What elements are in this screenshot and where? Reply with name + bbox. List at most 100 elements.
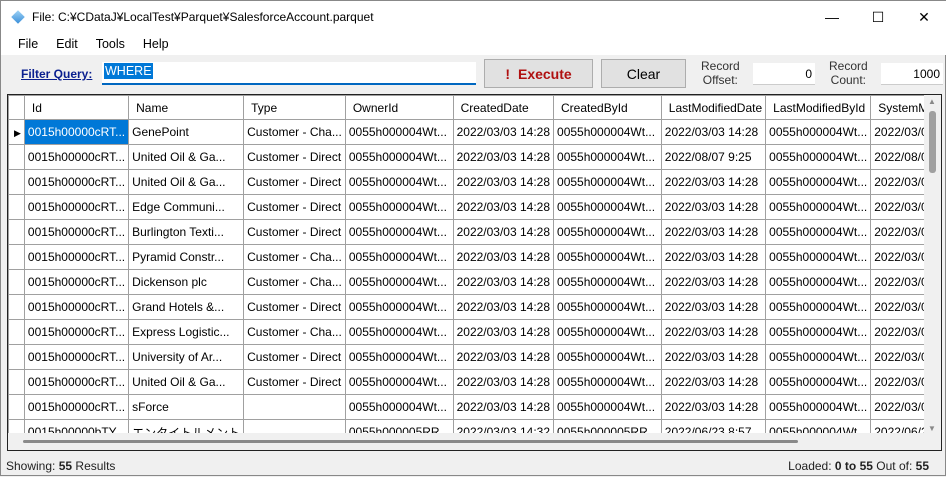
cell-ownerid[interactable]: 0055h000004Wt... <box>344 244 454 270</box>
column-header-id[interactable]: Id <box>23 95 130 120</box>
cell-ownerid[interactable]: 0055h000004Wt... <box>344 344 454 370</box>
column-header-type[interactable]: Type <box>243 95 346 120</box>
cell-createdbyid[interactable]: 0055h000004Wt... <box>553 219 662 245</box>
cell-type[interactable]: Customer - Direct <box>243 194 346 220</box>
cell-createdbyid[interactable]: 0055h000004Wt... <box>553 319 662 345</box>
cell-id[interactable]: 0015h00000cRT... <box>23 169 130 195</box>
table-row[interactable]: 0015h00000cRT... United Oil & Ga... Custom… <box>8 369 941 395</box>
cell-lastmodifieddate[interactable]: 2022/03/03 14:28 <box>660 269 767 295</box>
cell-lastmodifiedbyid[interactable]: 0055h000004Wt... <box>765 269 872 295</box>
cell-id[interactable]: 0015h00000cRT... <box>23 319 130 345</box>
cell-lastmodifieddate[interactable]: 2022/03/03 14:28 <box>660 169 767 195</box>
row-header[interactable] <box>8 394 25 420</box>
cell-type[interactable]: Customer - Cha... <box>243 319 346 345</box>
minimize-button[interactable]: — <box>809 1 855 33</box>
cell-createdbyid[interactable]: 0055h000004Wt... <box>553 369 662 395</box>
table-row[interactable]: 0015h00000cRT... University of Ar... Custo… <box>8 344 941 370</box>
horizontal-scroll-thumb[interactable] <box>23 440 798 443</box>
cell-id[interactable]: 0015h00000cRT... <box>23 269 130 295</box>
cell-ownerid[interactable]: 0055h000004Wt... <box>344 194 454 220</box>
cell-lastmodifiedbyid[interactable]: 0055h000004Wt... <box>765 369 872 395</box>
cell-type[interactable]: Customer - Cha... <box>243 119 346 145</box>
cell-id[interactable]: 0015h00000cRT... <box>23 369 130 395</box>
cell-name[interactable]: sForce <box>128 394 245 420</box>
table-row[interactable]: ▶ 0015h00000cRT... GenePoint Customer - Cha… <box>8 119 941 145</box>
cell-lastmodifieddate[interactable]: 2022/03/03 14:28 <box>660 119 767 145</box>
row-header[interactable] <box>8 219 25 245</box>
cell-lastmodifiedbyid[interactable]: 0055h000004Wt... <box>765 169 872 195</box>
cell-type[interactable]: Customer - Cha... <box>243 244 346 270</box>
row-header[interactable] <box>8 144 25 170</box>
data-grid[interactable]: Id Name Type OwnerId CreatedDate CreatedById L… <box>7 94 942 451</box>
cell-name[interactable]: Edge Communi... <box>128 194 245 220</box>
row-header[interactable] <box>8 294 25 320</box>
cell-createddate[interactable]: 2022/03/03 14:28 <box>452 144 555 170</box>
cell-createddate[interactable]: 2022/03/03 14:28 <box>452 394 555 420</box>
cell-lastmodifiedbyid[interactable]: 0055h000004Wt... <box>765 294 872 320</box>
cell-ownerid[interactable]: 0055h000004Wt... <box>344 369 454 395</box>
cell-type[interactable]: Customer - Direct <box>243 344 346 370</box>
cell-lastmodifiedbyid[interactable]: 0055h000004Wt... <box>765 219 872 245</box>
cell-createddate[interactable]: 2022/03/03 14:28 <box>452 319 555 345</box>
cell-name[interactable]: United Oil & Ga... <box>128 369 245 395</box>
filter-query-label[interactable]: Filter Query: <box>21 67 92 81</box>
table-row[interactable]: 0015h00000cRT... United Oil & Ga... Custom… <box>8 144 941 170</box>
cell-createddate[interactable]: 2022/03/03 14:28 <box>452 269 555 295</box>
row-header[interactable] <box>8 344 25 370</box>
filter-query-input[interactable]: WHERE <box>102 62 476 85</box>
cell-id[interactable]: 0015h00000cRT... <box>23 144 130 170</box>
cell-type[interactable]: Customer - Direct <box>243 169 346 195</box>
column-header-lastmodifiedbyid[interactable]: LastModifiedById <box>765 95 872 120</box>
cell-lastmodifieddate[interactable]: 2022/03/03 14:28 <box>660 394 767 420</box>
cell-id[interactable]: 0015h00000cRT... <box>23 219 130 245</box>
cell-type[interactable]: Customer - Cha... <box>243 269 346 295</box>
cell-type[interactable]: Customer - Direct <box>243 369 346 395</box>
cell-name[interactable]: Dickenson plc <box>128 269 245 295</box>
cell-id[interactable]: 0015h00000cRT... <box>23 394 130 420</box>
menu-edit[interactable]: Edit <box>47 37 87 51</box>
cell-id[interactable]: 0015h00000cRT... <box>23 244 130 270</box>
cell-lastmodifiedbyid[interactable]: 0055h000004Wt... <box>765 119 872 145</box>
menu-help[interactable]: Help <box>134 37 178 51</box>
cell-createddate[interactable]: 2022/03/03 14:28 <box>452 219 555 245</box>
cell-name[interactable]: Express Logistic... <box>128 319 245 345</box>
cell-createdbyid[interactable]: 0055h000004Wt... <box>553 194 662 220</box>
column-header-name[interactable]: Name <box>128 95 245 120</box>
cell-lastmodifieddate[interactable]: 2022/03/03 14:28 <box>660 344 767 370</box>
cell-name[interactable]: GenePoint <box>128 119 245 145</box>
cell-createdbyid[interactable]: 0055h000004Wt... <box>553 344 662 370</box>
cell-ownerid[interactable]: 0055h000004Wt... <box>344 294 454 320</box>
cell-lastmodifieddate[interactable]: 2022/03/03 14:28 <box>660 194 767 220</box>
cell-name[interactable]: Pyramid Constr... <box>128 244 245 270</box>
cell-ownerid[interactable]: 0055h000004Wt... <box>344 394 454 420</box>
row-header[interactable] <box>8 169 25 195</box>
cell-name[interactable]: Grand Hotels &... <box>128 294 245 320</box>
cell-createdbyid[interactable]: 0055h000004Wt... <box>553 394 662 420</box>
record-count-input[interactable]: 1000 <box>881 63 943 85</box>
cell-type[interactable]: Customer - Direct <box>243 144 346 170</box>
cell-id[interactable]: 0015h00000cRT... <box>23 294 130 320</box>
cell-createdbyid[interactable]: 0055h000004Wt... <box>553 119 662 145</box>
cell-createddate[interactable]: 2022/03/03 14:28 <box>452 194 555 220</box>
cell-id[interactable]: 0015h00000cRT... <box>23 119 130 145</box>
table-row[interactable]: 0015h00000cRT... Dickenson plc Customer - … <box>8 269 941 295</box>
cell-lastmodifiedbyid[interactable]: 0055h000004Wt... <box>765 244 872 270</box>
cell-lastmodifiedbyid[interactable]: 0055h000004Wt... <box>765 344 872 370</box>
table-row[interactable]: 0015h00000cRT... Pyramid Constr... Custome… <box>8 244 941 270</box>
cell-lastmodifiedbyid[interactable]: 0055h000004Wt... <box>765 394 872 420</box>
cell-lastmodifiedbyid[interactable]: 0055h000004Wt... <box>765 319 872 345</box>
table-row[interactable]: 0015h00000cRT... Grand Hotels &... Custome… <box>8 294 941 320</box>
cell-ownerid[interactable]: 0055h000004Wt... <box>344 169 454 195</box>
cell-type[interactable] <box>243 394 346 420</box>
cell-ownerid[interactable]: 0055h000004Wt... <box>344 319 454 345</box>
cell-createdbyid[interactable]: 0055h000004Wt... <box>553 294 662 320</box>
cell-ownerid[interactable]: 0055h000004Wt... <box>344 219 454 245</box>
row-header[interactable]: ▶ <box>8 119 25 145</box>
row-header[interactable] <box>8 369 25 395</box>
table-row[interactable]: 0015h00000cRT... United Oil & Ga... Custom… <box>8 169 941 195</box>
cell-createdbyid[interactable]: 0055h000004Wt... <box>553 269 662 295</box>
cell-createddate[interactable]: 2022/03/03 14:28 <box>452 294 555 320</box>
cell-name[interactable]: Burlington Texti... <box>128 219 245 245</box>
cell-name[interactable]: United Oil & Ga... <box>128 144 245 170</box>
cell-lastmodifiedbyid[interactable]: 0055h000004Wt... <box>765 144 872 170</box>
